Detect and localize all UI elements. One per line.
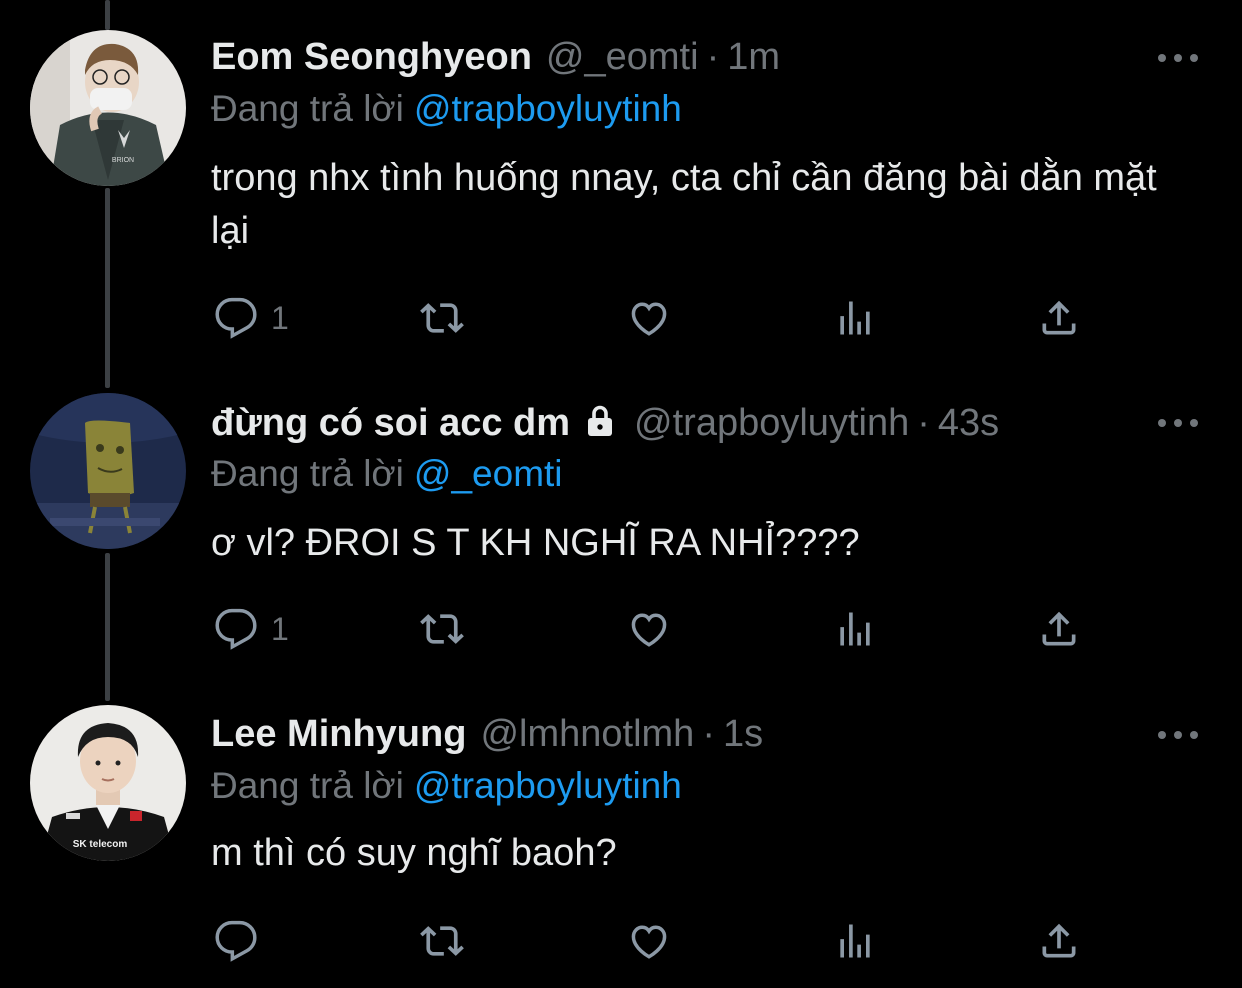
replying-to-mention[interactable]: @_eomti [414, 453, 563, 494]
display-name[interactable]: Eom Seonghyeon [211, 34, 532, 80]
replying-label: Đang trả lời [211, 88, 404, 129]
replying-to: Đang trả lời @trapboyluytinh [211, 86, 682, 132]
share-button[interactable] [1037, 605, 1081, 653]
views-button[interactable] [833, 294, 877, 342]
action-bar: 1 [211, 605, 1111, 653]
like-icon [631, 302, 667, 336]
separator: · [706, 36, 720, 78]
display-name[interactable]: đừng có soi acc dm [211, 400, 570, 446]
retweet-button[interactable] [416, 294, 468, 342]
more-icon[interactable] [1158, 729, 1198, 741]
replying-to-mention[interactable]: @trapboyluytinh [414, 88, 682, 129]
share-icon [1042, 923, 1076, 958]
handle[interactable]: @_eomti [546, 34, 699, 80]
share-button[interactable] [1037, 917, 1081, 965]
reply-icon [215, 608, 257, 650]
reply-icon [215, 920, 257, 962]
tweet-text: ơ vl? ĐROI S T KH NGHĨ RA NHỈ???? [211, 522, 860, 564]
timestamp[interactable]: 1s [723, 711, 763, 757]
display-name[interactable]: Lee Minhyung [211, 711, 466, 757]
replying-to: Đang trả lời @_eomti [211, 451, 563, 497]
timestamp[interactable]: 1m [727, 34, 780, 80]
tweet-1[interactable]: BRION Eom Seonghyeon @_eomti · 1m Đang t… [0, 0, 1242, 370]
like-button[interactable] [625, 605, 673, 653]
reply-button[interactable]: 1 [213, 605, 289, 653]
svg-text:SK telecom: SK telecom [73, 839, 128, 850]
share-icon [1042, 611, 1076, 646]
tweet-2[interactable]: đừng có soi acc dm @trapboyluytinh · 43s… [0, 365, 1242, 695]
svg-text:BRION: BRION [112, 157, 134, 164]
replying-to-mention[interactable]: @trapboyluytinh [414, 765, 682, 806]
avatar-lee-minhyung: SK telecom [30, 705, 186, 861]
tweet-3[interactable]: SK telecom Lee Minhyung @lmhnotlmh · 1s … [0, 677, 1242, 988]
reply-count: 1 [271, 610, 289, 647]
handle[interactable]: @lmhnotlmh [480, 711, 694, 757]
share-button[interactable] [1037, 294, 1081, 342]
reply-button[interactable]: 1 [213, 294, 289, 342]
avatar[interactable]: SK telecom [30, 705, 186, 861]
replying-label: Đang trả lời [211, 765, 404, 806]
like-button[interactable] [625, 917, 673, 965]
avatar-eom-seonghyeon: BRION [30, 30, 186, 186]
reply-icon [215, 297, 257, 339]
reply-count: 1 [271, 299, 289, 336]
like-icon [631, 925, 667, 959]
avatar-spongebob [30, 393, 186, 549]
more-icon[interactable] [1158, 52, 1198, 64]
tweet-header: đừng có soi acc dm @trapboyluytinh · 43s [211, 399, 999, 445]
like-button[interactable] [625, 294, 673, 342]
share-icon [1042, 300, 1076, 335]
timestamp[interactable]: 43s [938, 400, 999, 446]
separator: · [917, 402, 930, 444]
tweet-text: m thì có suy nghĩ baoh? [211, 832, 617, 874]
avatar[interactable] [30, 393, 186, 549]
lock-icon [580, 403, 620, 450]
action-bar [211, 917, 1111, 965]
views-icon [840, 924, 870, 958]
views-button[interactable] [833, 605, 877, 653]
replying-label: Đang trả lời [211, 453, 404, 494]
more-icon[interactable] [1158, 417, 1198, 429]
separator: · [702, 713, 715, 755]
retweet-icon [420, 614, 464, 644]
action-bar: 1 [211, 294, 1111, 342]
retweet-icon [420, 926, 464, 956]
like-icon [631, 613, 667, 647]
views-button[interactable] [833, 917, 877, 965]
tweet-header: Eom Seonghyeon @_eomti · 1m [211, 34, 780, 80]
avatar[interactable]: BRION [30, 30, 186, 186]
retweet-button[interactable] [416, 605, 468, 653]
tweet-header: Lee Minhyung @lmhnotlmh · 1s [211, 711, 763, 757]
views-icon [840, 301, 870, 335]
retweet-icon [420, 303, 464, 333]
tweet-text: trong nhx tình huống nnay, cta chỉ cần đ… [211, 157, 1157, 252]
replying-to: Đang trả lời @trapboyluytinh [211, 763, 682, 809]
reply-button[interactable] [213, 917, 271, 965]
handle[interactable]: @trapboyluytinh [634, 400, 909, 446]
views-icon [840, 612, 870, 646]
retweet-button[interactable] [416, 917, 468, 965]
